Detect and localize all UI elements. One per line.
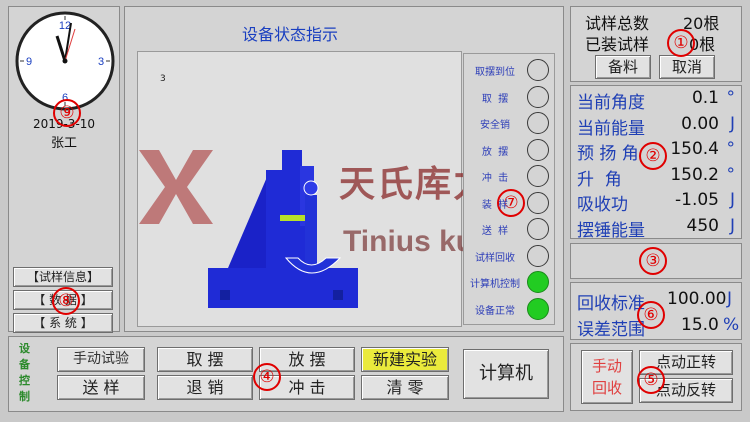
- clock-numeral-3: 3: [98, 56, 104, 68]
- status-panel: 设备状态指示 3 天氏库力 Tinius kuli ⑦ 取摆到位取 摆安全销放 …: [124, 6, 564, 332]
- reading-value: -1.05: [675, 190, 719, 210]
- indicator-lamp: [527, 218, 549, 240]
- reading-unit: °: [726, 139, 736, 159]
- reading-value: 450: [686, 215, 719, 236]
- computer-button[interactable]: 计算机: [463, 349, 549, 399]
- indicator-label: 取摆到位: [475, 67, 515, 78]
- recovery-range-unit: %: [723, 315, 740, 335]
- feed-sample-button[interactable]: 送 样: [57, 375, 145, 400]
- reading-value: 0.00: [681, 113, 719, 134]
- indicator-lamp: [527, 165, 549, 187]
- canvas-mark: 3: [160, 74, 166, 84]
- indicator-label: 冲 击: [481, 173, 509, 184]
- reading-value: 0.1: [691, 88, 719, 108]
- reading-label: 预 扬 角: [577, 144, 639, 164]
- indicator-label: 取 摆: [481, 93, 509, 105]
- indicator-label: 试样回收: [475, 252, 515, 264]
- reading-value: 150.4: [670, 139, 719, 159]
- reading-unit: J: [729, 190, 735, 210]
- recovery-std-value: 100.00: [667, 289, 727, 309]
- reading-label: 当前角度: [577, 93, 645, 113]
- clock-user: 张工: [50, 136, 77, 151]
- manual-recovery-line1: 手动: [591, 357, 622, 375]
- pick-pendulum-button[interactable]: 取 摆: [157, 347, 253, 372]
- indicator-lamp: [527, 244, 549, 267]
- recovery-range-label: 误差范围: [577, 320, 645, 340]
- reading-label: 摆锤能量: [577, 220, 645, 241]
- clear-button[interactable]: 清 零: [361, 375, 449, 400]
- recovery-panel: 回收标准 100.00 J 误差范围 15.0 % ⑥: [570, 282, 742, 340]
- marker-8: ⑧: [52, 287, 80, 315]
- manual-recovery-line2: 回收: [591, 379, 622, 397]
- indicator-lamp: [527, 112, 549, 134]
- clock-numeral-9: 9: [26, 56, 32, 68]
- manual-test-button[interactable]: 手动试验: [57, 347, 145, 372]
- cancel-button[interactable]: 取消: [659, 55, 715, 79]
- reading-value: 150.2: [670, 164, 719, 185]
- indicator-label: 装 样: [481, 199, 509, 211]
- marker-5: ⑤: [637, 366, 665, 394]
- reading-unit: J: [729, 113, 735, 134]
- indicator-label: 送 样: [481, 226, 509, 237]
- indicator-label: 安全销: [480, 120, 510, 131]
- sample-loaded-label: 已装试样: [585, 35, 650, 54]
- indicator-lamp: [527, 59, 549, 81]
- indicator-label: 设备正常: [475, 305, 515, 317]
- new-experiment-button[interactable]: 新建实验: [361, 347, 449, 372]
- reading-label: 吸收功: [577, 195, 628, 215]
- message-panel: ③: [570, 243, 742, 279]
- device-control-label: 设备控制: [19, 342, 30, 403]
- sidebar-item-system[interactable]: 【 系 统 】: [13, 313, 113, 333]
- recovery-std-label: 回收标准: [577, 294, 645, 314]
- brand-logo-graphic: [139, 150, 213, 224]
- indicator-lamp: [527, 191, 549, 214]
- marker-4: ④: [253, 363, 281, 391]
- reading-label: 升 角: [577, 169, 622, 190]
- manual-panel: 手动 回收 点动正转 点动反转 ⑤: [570, 343, 742, 411]
- recovery-range-value: 15.0: [681, 315, 719, 335]
- reading-unit: J: [729, 215, 735, 236]
- device-control-panel: 设备控制 手动试验 送 样 取 摆 退 销 放 摆 冲 击 新建实验 清 零 计…: [8, 336, 564, 412]
- readings-panel: ② 当前角度 0.1 ° 当前能量 0.00 J 预 扬 角 150.4 ° 升 角 150.2 ° 吸…: [570, 85, 742, 241]
- manual-recovery-button[interactable]: 手动 回收: [581, 350, 633, 404]
- indicator-lamp: [527, 85, 549, 108]
- status-title: 设备状态指示: [241, 25, 338, 44]
- marker-2: ②: [639, 142, 667, 170]
- marker-3: ③: [639, 247, 667, 275]
- reading-unit: °: [726, 88, 736, 108]
- marker-6: ⑥: [637, 301, 665, 329]
- indicator-lamp: [527, 138, 549, 161]
- indicator-label: 计算机控制: [470, 279, 520, 290]
- reading-unit: °: [726, 164, 736, 185]
- marker-1: ①: [667, 29, 695, 57]
- recovery-std-unit: J: [727, 289, 733, 309]
- indicator-label: 放 摆: [481, 146, 509, 158]
- sample-panel: 试样总数 20根 已装试样 0根 备料 取消 ①: [570, 6, 742, 82]
- analog-clock: 12 3 6 9: [15, 11, 115, 111]
- reading-label: 当前能量: [577, 118, 645, 139]
- indicator-lamp: [527, 297, 549, 320]
- marker-9: ⑨: [53, 99, 81, 127]
- sidebar-item-sample-info[interactable]: 【试样信息】: [13, 267, 113, 287]
- prepare-button[interactable]: 备料: [595, 55, 651, 79]
- clock-panel: 12 3 6 9 2019-3-10 张工 ⑨ 【试样信息】 【 数 据 】 【…: [8, 6, 120, 333]
- retreat-pin-button[interactable]: 退 销: [157, 375, 253, 400]
- indicator-lamp: [527, 271, 549, 293]
